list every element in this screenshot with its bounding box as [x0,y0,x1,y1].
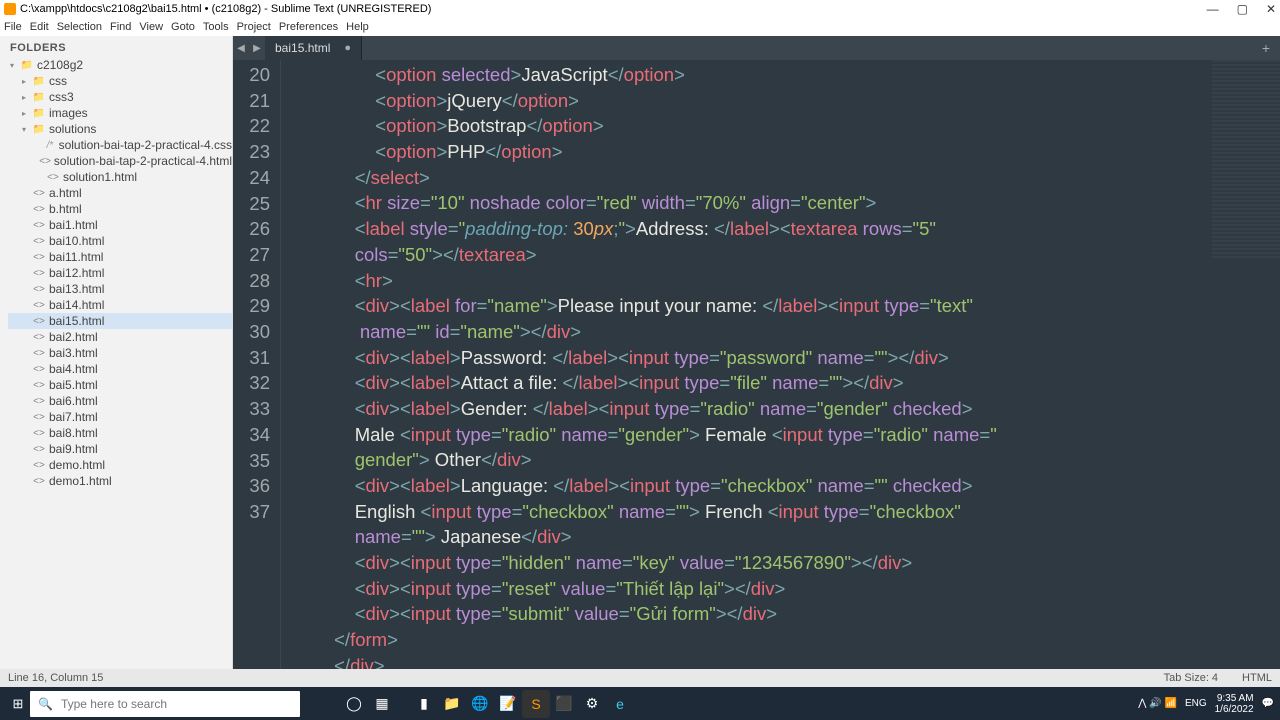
file-item[interactable]: <>demo1.html [8,473,232,489]
file-item[interactable]: <>bai5.html [8,377,232,393]
tray-notifications-icon[interactable]: 💬 [1262,698,1274,709]
file-item[interactable]: /*solution-bai-tap-2-practical-4.css [8,137,232,153]
editor-area: ◀ ▶ bai15.html ● + 202122232425262728293… [233,36,1280,669]
file-item[interactable]: <>bai11.html [8,249,232,265]
status-bar: Line 16, Column 15 Tab Size: 4 HTML [0,669,1280,687]
menu-goto[interactable]: Goto [171,21,195,33]
system-tray: ⋀ 🔊 📶 ENG 9:35 AM 1/6/2022 💬 [1138,693,1274,715]
minimize-button[interactable]: — [1207,2,1219,16]
taskbar-app-icon[interactable]: ⬛ [550,690,578,718]
taskbar-app-icon[interactable]: S [522,690,550,718]
file-item[interactable]: <>bai9.html [8,441,232,457]
status-language[interactable]: HTML [1242,672,1272,684]
tab-label: bai15.html [275,41,330,55]
file-item[interactable]: <>bai2.html [8,329,232,345]
file-item[interactable]: <>bai13.html [8,281,232,297]
tab-bar: ◀ ▶ bai15.html ● + [233,36,1280,60]
file-item[interactable]: <>bai3.html [8,345,232,361]
folder-root[interactable]: ▾📁c2108g2 [8,57,232,73]
line-gutter: 202122232425262728293031323334353637 [233,60,281,669]
windows-taskbar: ⊞ 🔍 Type here to search ◯ ▦ ▮ 📁 🌐 📝 S ⬛ … [0,687,1280,720]
menu-project[interactable]: Project [237,21,271,33]
sidebar: FOLDERS ▾📁c2108g2 ▸📁css ▸📁css3 ▸📁images … [0,36,233,669]
tab-active[interactable]: bai15.html ● [265,36,362,60]
tab-prev-icon[interactable]: ◀ [233,43,249,54]
search-icon: 🔍 [38,697,53,711]
search-placeholder: Type here to search [61,697,167,711]
taskbar-app-icon[interactable]: ▮ [410,690,438,718]
file-item[interactable]: <>bai10.html [8,233,232,249]
menu-view[interactable]: View [139,21,163,33]
taskbar-search[interactable]: 🔍 Type here to search [30,691,300,717]
menu-file[interactable]: File [4,21,22,33]
file-item[interactable]: <>bai12.html [8,265,232,281]
menu-preferences[interactable]: Preferences [279,21,338,33]
menu-help[interactable]: Help [346,21,369,33]
status-position[interactable]: Line 16, Column 15 [8,672,103,684]
sidebar-header: FOLDERS [0,36,232,57]
tray-icons[interactable]: ⋀ 🔊 📶 [1138,698,1177,709]
code-content[interactable]: <option selected>JavaScript</option> <op… [281,60,1280,669]
code-view[interactable]: 202122232425262728293031323334353637 <op… [233,60,1280,669]
minimap[interactable] [1212,60,1280,260]
taskbar-app-icon[interactable]: 📝 [494,690,522,718]
taskbar-app-icon[interactable]: 📁 [438,690,466,718]
tray-lang[interactable]: ENG [1185,698,1207,709]
window-titlebar: C:\xampp\htdocs\c2108g2\bai15.html • (c2… [0,0,1280,18]
task-view-icon[interactable]: ◯ [340,690,368,718]
app-icon [4,3,16,15]
file-item[interactable]: <>demo.html [8,457,232,473]
file-item[interactable]: <>bai14.html [8,297,232,313]
file-tree: ▾📁c2108g2 ▸📁css ▸📁css3 ▸📁images ▾📁soluti… [0,57,232,489]
menu-tools[interactable]: Tools [203,21,229,33]
menu-selection[interactable]: Selection [57,21,102,33]
tab-dirty-icon: ● [344,42,351,54]
tray-clock[interactable]: 9:35 AM 1/6/2022 [1215,693,1254,715]
close-button[interactable]: ✕ [1266,2,1276,16]
taskbar-app-icon[interactable]: ⚙ [578,690,606,718]
start-button[interactable]: ⊞ [6,692,30,716]
file-item[interactable]: <>bai7.html [8,409,232,425]
folder-item[interactable]: ▸📁images [8,105,232,121]
file-item[interactable]: <>bai8.html [8,425,232,441]
folder-item[interactable]: ▸📁css3 [8,89,232,105]
file-item[interactable]: <>bai6.html [8,393,232,409]
taskbar-app-icon[interactable]: e [606,690,634,718]
folder-item[interactable]: ▸📁css [8,73,232,89]
file-item[interactable]: <>solution1.html [8,169,232,185]
menu-find[interactable]: Find [110,21,131,33]
status-tabsize[interactable]: Tab Size: 4 [1164,672,1218,684]
menu-bar: File Edit Selection Find View Goto Tools… [0,18,1280,36]
maximize-button[interactable]: ▢ [1237,2,1248,16]
file-item[interactable]: <>a.html [8,185,232,201]
folder-item[interactable]: ▾📁solutions [8,121,232,137]
new-tab-button[interactable]: + [1252,40,1280,56]
file-item[interactable]: <>b.html [8,201,232,217]
tab-next-icon[interactable]: ▶ [249,43,265,54]
file-item[interactable]: <>solution-bai-tap-2-practical-4.html [8,153,232,169]
taskbar-app-icon[interactable]: 🌐 [466,690,494,718]
window-title: C:\xampp\htdocs\c2108g2\bai15.html • (c2… [20,3,431,15]
file-item[interactable]: <>bai15.html [8,313,232,329]
task-cortana-icon[interactable]: ▦ [368,690,396,718]
menu-edit[interactable]: Edit [30,21,49,33]
file-item[interactable]: <>bai4.html [8,361,232,377]
file-item[interactable]: <>bai1.html [8,217,232,233]
